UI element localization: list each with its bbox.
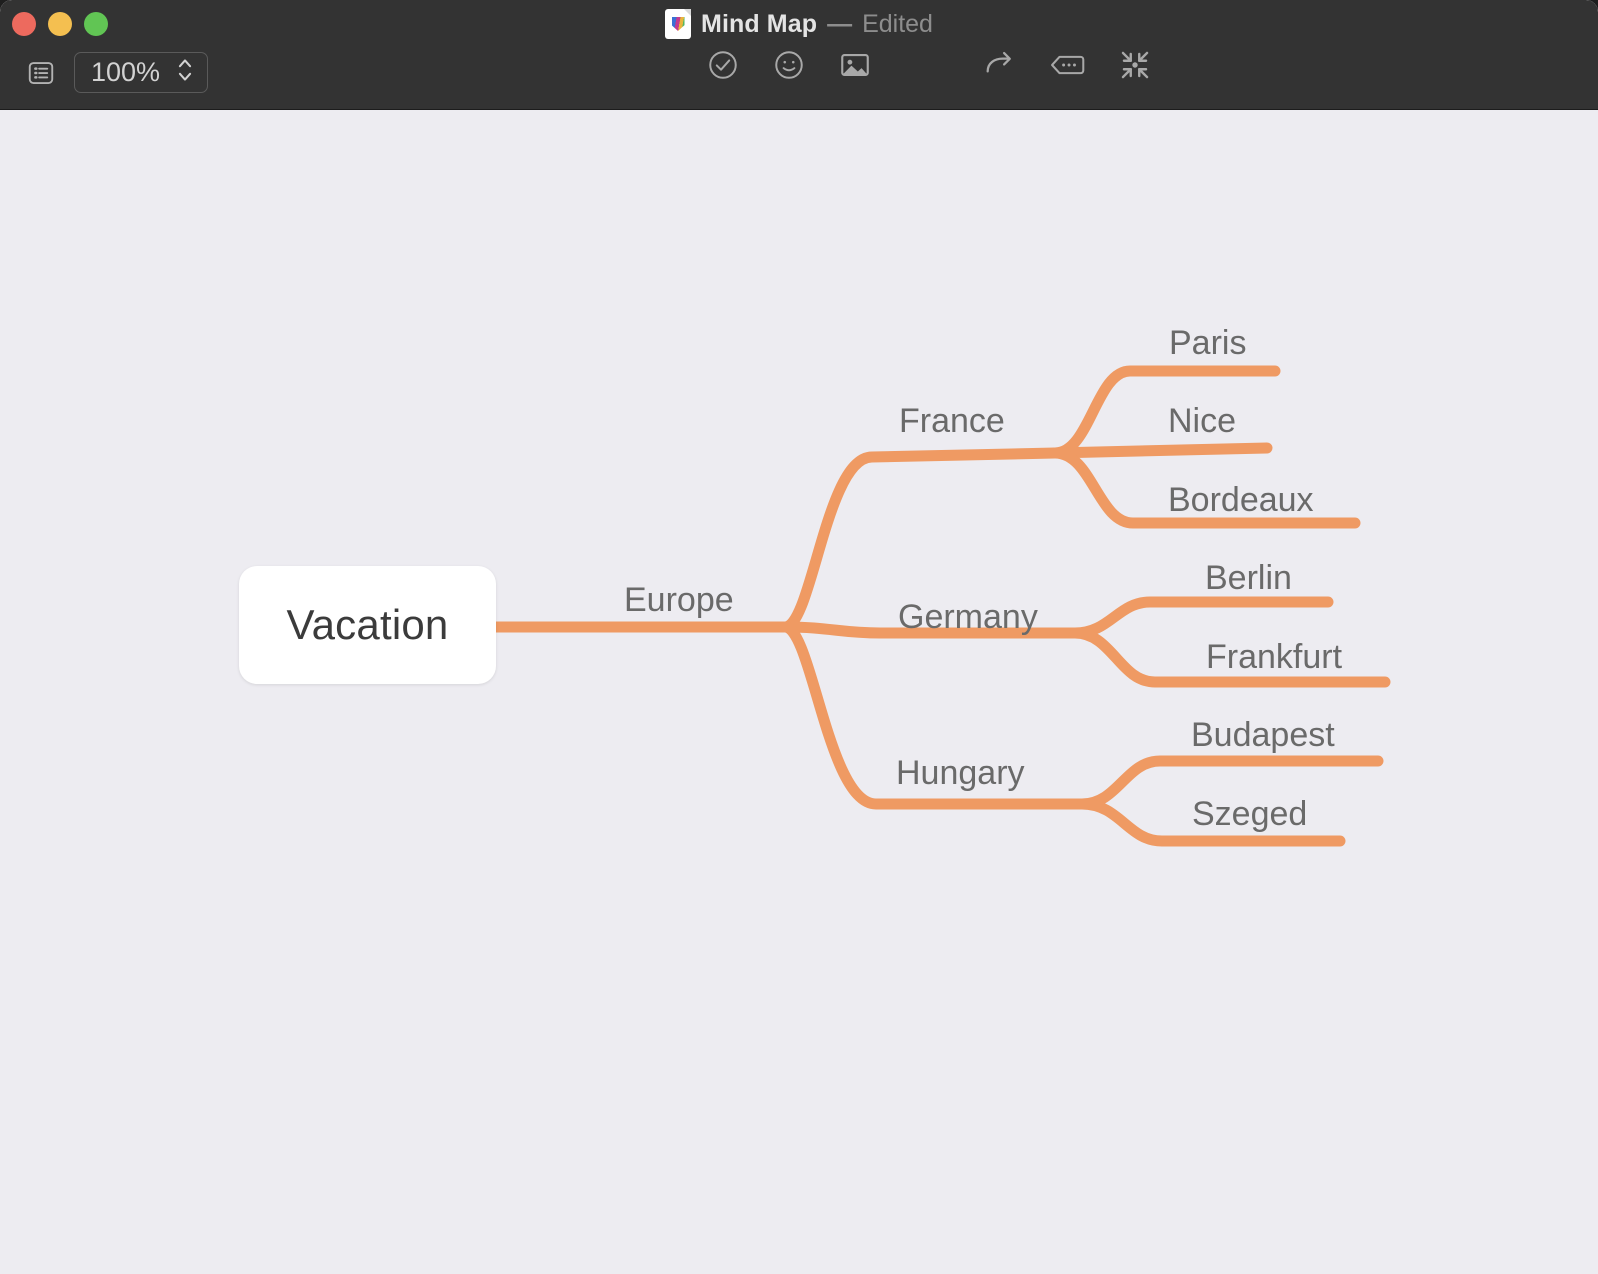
document-glyph — [671, 17, 685, 31]
app-window: Mind Map — Edited 100% Vacation Europe F… — [0, 0, 1598, 1274]
root-node-vacation[interactable]: Vacation — [239, 566, 496, 684]
zoom-stepper[interactable]: 100% — [74, 52, 208, 93]
zoom-level-value: 100% — [91, 57, 161, 87]
checkmark-circle-icon[interactable] — [706, 48, 740, 82]
branch-germany-to-berlin — [1069, 596, 1334, 639]
redo-arrow-icon[interactable] — [982, 48, 1016, 82]
node-bordeaux[interactable]: Bordeaux — [1168, 483, 1314, 517]
window-title-group: Mind Map — Edited — [0, 8, 1598, 40]
image-icon[interactable] — [838, 48, 872, 82]
mindmap-canvas[interactable]: Vacation Europe France Germany Hungary P… — [0, 111, 1598, 1274]
node-hungary[interactable]: Hungary — [896, 756, 1025, 790]
node-szeged[interactable]: Szeged — [1192, 797, 1307, 831]
window-title: Mind Map — [701, 9, 818, 38]
branch-france-to-nice — [1049, 442, 1273, 459]
smiley-face-icon[interactable] — [772, 48, 806, 82]
title-separator: — — [827, 9, 853, 38]
root-node-label: Vacation — [286, 601, 449, 648]
note-bubble-icon[interactable] — [1048, 50, 1086, 80]
branch-france-to-paris — [1049, 365, 1281, 459]
mindnode-document-icon — [665, 9, 692, 39]
node-europe[interactable]: Europe — [624, 583, 734, 617]
node-nice[interactable]: Nice — [1168, 404, 1236, 438]
outline-list-icon[interactable] — [26, 58, 56, 88]
stepper-updown-icon[interactable] — [176, 56, 194, 89]
mindmap-branch-lines — [490, 365, 1391, 847]
toolbar-left-group: 100% — [26, 52, 208, 93]
toolbar-center-group — [706, 48, 1152, 82]
node-france[interactable]: France — [899, 404, 1005, 438]
collapse-focus-icon[interactable] — [1118, 48, 1152, 82]
node-budapest[interactable]: Budapest — [1191, 718, 1335, 752]
node-paris[interactable]: Paris — [1169, 326, 1246, 360]
node-frankfurt[interactable]: Frankfurt — [1206, 640, 1342, 674]
node-berlin[interactable]: Berlin — [1205, 561, 1292, 595]
document-status: Edited — [862, 9, 933, 38]
node-germany[interactable]: Germany — [898, 600, 1038, 634]
title-bar: Mind Map — Edited 100% — [0, 0, 1598, 110]
